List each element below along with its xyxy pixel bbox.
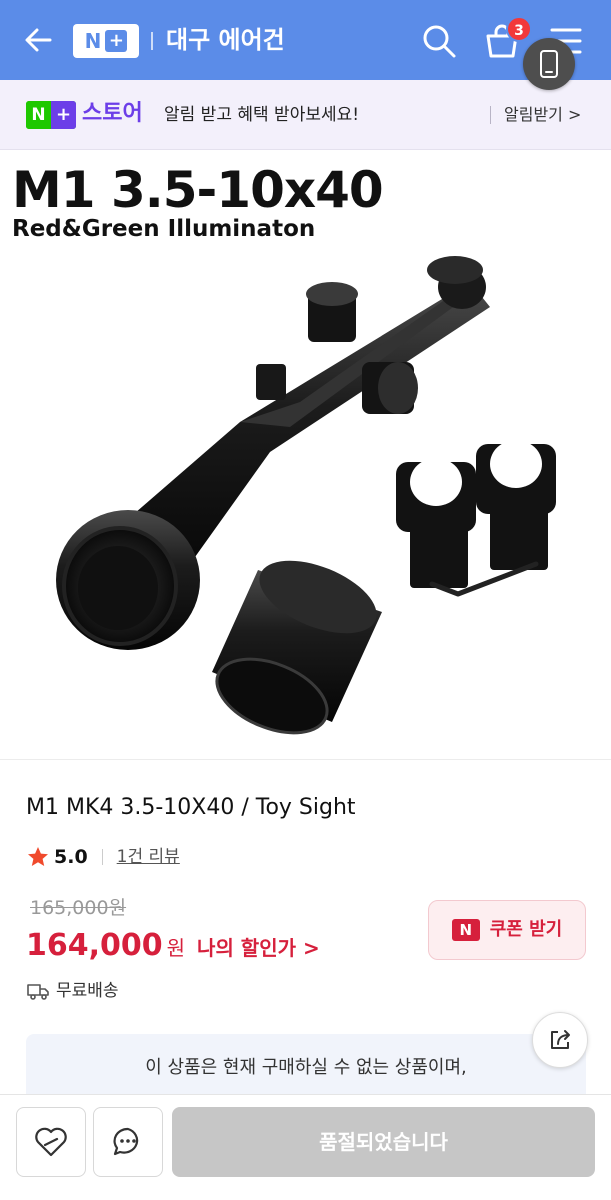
product-image[interactable]: M1 3.5-10x40 Red&Green Illuminaton	[0, 152, 611, 760]
price-unit: 원	[166, 936, 186, 960]
header-divider	[151, 32, 153, 50]
get-coupon-button[interactable]: N 쿠폰 받기	[428, 900, 586, 960]
notification-message: 알림 받고 혜택 받아보세요!	[164, 105, 360, 125]
star-icon	[28, 847, 48, 866]
phone-icon	[540, 50, 558, 78]
naver-plus-store-logo: N +	[26, 101, 76, 129]
store-label: 스토어	[82, 101, 143, 126]
back-arrow-icon[interactable]	[20, 22, 56, 58]
rifle-scope-illustration	[56, 256, 556, 735]
sale-price: 164,000	[26, 928, 163, 963]
heart-icon	[35, 1127, 67, 1157]
store-logo-plus: +	[51, 101, 76, 129]
banner-divider	[490, 106, 491, 124]
share-button[interactable]	[532, 1012, 588, 1068]
shipping-row: 무료배송	[26, 978, 119, 1004]
chat-button[interactable]	[93, 1107, 163, 1177]
sold-out-button: 품절되었습니다	[172, 1107, 595, 1177]
rating-row: 5.0 1건 리뷰	[26, 843, 180, 871]
top-header: N + 대구 에어건 3	[0, 0, 611, 80]
store-title[interactable]: 대구 에어건	[166, 24, 285, 56]
coupon-label: 쿠폰 받기	[489, 919, 563, 940]
rating-divider	[101, 849, 103, 865]
product-name: M1 MK4 3.5-10X40 / Toy Sight	[26, 795, 356, 820]
phone-view-button[interactable]	[523, 38, 575, 90]
original-price: 165,000원	[30, 897, 127, 919]
review-count-link[interactable]: 1건 리뷰	[117, 843, 180, 871]
coupon-n-icon: N	[451, 919, 480, 941]
naver-plus-logo[interactable]: N +	[73, 24, 139, 58]
wishlist-button[interactable]	[16, 1107, 86, 1177]
price-row: 164,000 원 나의 할인가 >	[26, 926, 320, 968]
get-notifications-link[interactable]: 알림받기 >	[504, 102, 581, 128]
share-icon	[551, 1030, 570, 1049]
truck-icon	[27, 984, 49, 1000]
chat-icon	[113, 1127, 139, 1156]
rating-score: 5.0	[54, 846, 88, 868]
notice-text: 이 상품은 현재 구매하실 수 없는 상품이며,	[145, 1057, 467, 1078]
logo-n-text: N	[84, 29, 102, 53]
store-logo-n: N	[26, 101, 51, 129]
cart-count-badge: 3	[506, 16, 532, 42]
shipping-label: 무료배송	[56, 981, 119, 1001]
my-discount-link[interactable]: 나의 할인가 >	[197, 928, 320, 968]
search-icon[interactable]	[420, 22, 458, 60]
logo-plus-text: +	[105, 30, 128, 52]
